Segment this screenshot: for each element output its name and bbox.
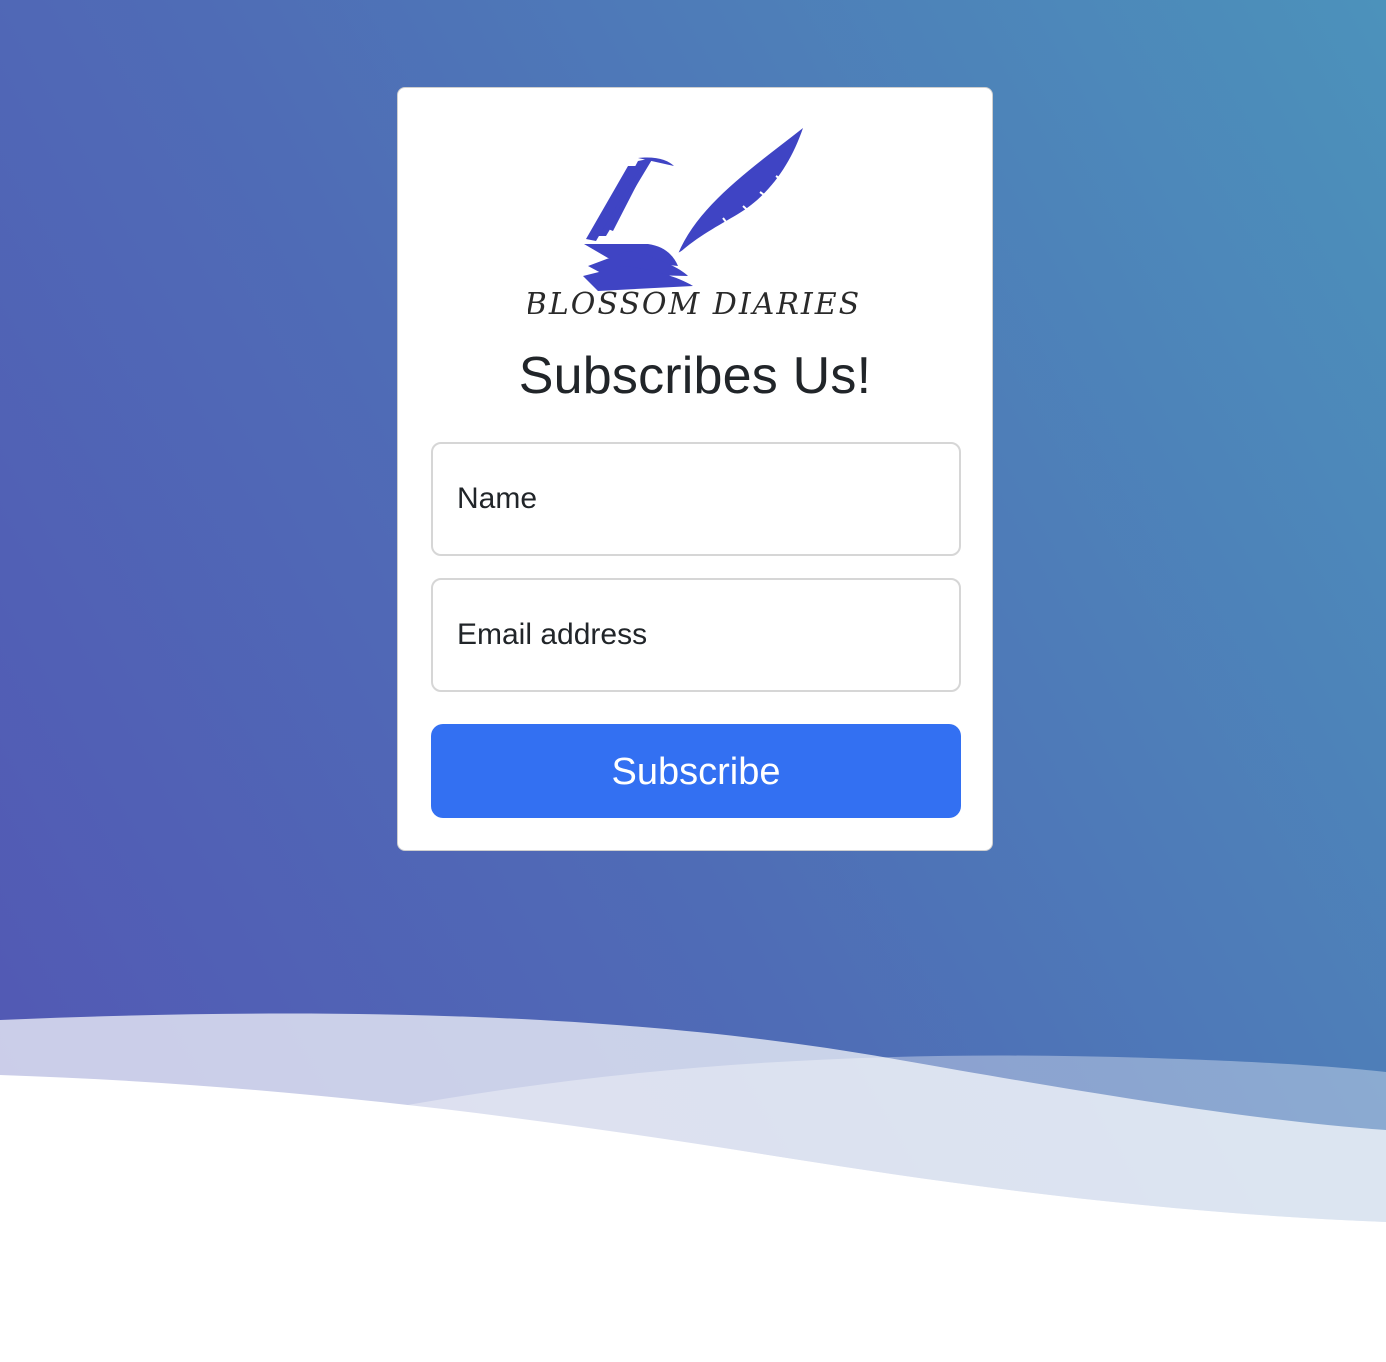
page-title: Subscribes Us! — [518, 347, 872, 405]
subscribe-page: BLOSSOM DIARIES Subscribes Us! Subscribe — [0, 0, 1386, 1362]
subscribe-button[interactable]: Subscribe — [431, 724, 961, 818]
logo-text: BLOSSOM DIARIES — [528, 287, 858, 322]
email-input[interactable] — [457, 580, 927, 690]
book-quill-icon — [583, 128, 803, 291]
name-input[interactable] — [457, 444, 927, 554]
email-field[interactable] — [431, 578, 961, 692]
brand-logo: BLOSSOM DIARIES — [528, 128, 858, 322]
name-field[interactable] — [431, 442, 961, 556]
subscribe-card: BLOSSOM DIARIES Subscribes Us! Subscribe — [397, 87, 993, 851]
